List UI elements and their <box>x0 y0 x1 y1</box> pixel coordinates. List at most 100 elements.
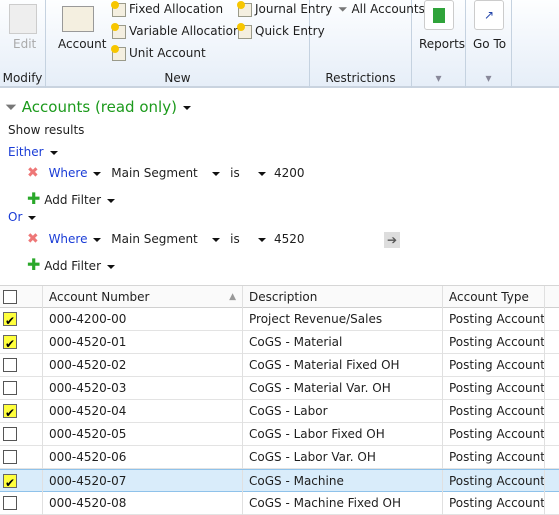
value-field[interactable]: 4520 <box>274 232 305 246</box>
account-number-cell: 000-4520-07 <box>43 470 243 493</box>
account-number-cell: 000-4520-08 <box>43 492 243 515</box>
label: Variable Allocation <box>129 24 241 38</box>
label: Unit Account <box>129 46 206 60</box>
goto-button[interactable]: Go To <box>473 37 506 51</box>
funnel-icon: ⏷ <box>338 2 348 16</box>
fixed-allocation-button[interactable]: Fixed Allocation <box>111 0 224 17</box>
quick-entry-icon <box>237 22 252 39</box>
add-filter-button[interactable]: ✚ Add Filter <box>27 255 115 274</box>
checkbox-cell <box>0 354 43 377</box>
row-checkbox[interactable] <box>3 450 17 464</box>
row-checkbox[interactable] <box>3 472 17 493</box>
goto-icon: ↗ <box>474 0 504 30</box>
group-reports: Reports ▾ <box>412 0 466 88</box>
remove-filter-icon[interactable]: ✖ <box>27 231 39 247</box>
title: Accounts (read only) <box>21 98 177 116</box>
label: Or <box>8 210 23 224</box>
column-header-description[interactable]: Description <box>243 286 443 309</box>
caret-icon <box>212 237 221 242</box>
sort-ascending-icon: ▲ <box>229 292 236 302</box>
remove-filter-icon[interactable]: ✖ <box>27 165 39 181</box>
reports-expand[interactable]: ▾ <box>412 71 465 85</box>
group-modify: Edit Modify <box>0 0 46 88</box>
table-row[interactable]: 000-4520-01 CoGS - Material Posting Acco… <box>0 331 559 354</box>
table-row[interactable]: 000-4200-00 Project Revenue/Sales Postin… <box>0 308 559 331</box>
account-button[interactable]: Account <box>58 37 106 51</box>
caret-icon <box>93 171 102 176</box>
filter-title[interactable]: ⏷ Accounts (read only) <box>5 98 191 116</box>
filter-row: ✖ Where Main Segment is 4520 <box>27 231 305 247</box>
table-row[interactable]: 000-4520-03 CoGS - Material Var. OH Post… <box>0 377 559 400</box>
caret-icon <box>182 105 191 110</box>
account-number-cell: 000-4520-01 <box>43 331 243 354</box>
description-cell: Project Revenue/Sales <box>243 308 443 331</box>
plus-icon: ✚ <box>27 255 41 274</box>
checkbox-cell <box>0 400 43 423</box>
account-type-cell: Posting Account <box>443 400 545 423</box>
account-type-cell: Posting Account <box>443 446 545 469</box>
value-field[interactable]: 4200 <box>274 166 305 180</box>
where-dropdown[interactable]: Where <box>49 232 88 246</box>
goto-expand[interactable]: ▾ <box>466 71 511 85</box>
row-checkbox[interactable] <box>3 496 17 510</box>
account-number-cell: 000-4520-06 <box>43 446 243 469</box>
filter-row: ✖ Where Main Segment is 4200 <box>27 165 305 181</box>
either-connector[interactable]: Either <box>8 145 58 159</box>
group-new: Account Fixed Allocation Variable Alloca… <box>46 0 332 88</box>
row-checkbox[interactable] <box>3 333 17 354</box>
row-checkbox[interactable] <box>3 381 17 395</box>
row-checkbox[interactable] <box>3 402 17 423</box>
caret-icon <box>28 215 37 220</box>
group-label: New <box>164 71 191 85</box>
column-header-account-number[interactable]: Account Number ▲ <box>43 286 243 309</box>
field-dropdown[interactable]: Main Segment <box>111 232 206 246</box>
accounts-grid: Account Number ▲ Description Account Type… <box>0 285 559 515</box>
caret-icon <box>258 237 267 242</box>
table-row[interactable]: 000-4520-04 CoGS - Labor Posting Account <box>0 400 559 423</box>
label: Add Filter <box>44 259 101 273</box>
reports-button[interactable]: Reports <box>419 37 465 51</box>
select-all-cell <box>0 286 43 309</box>
operator-dropdown[interactable]: is <box>230 166 252 180</box>
table-row[interactable]: 000-4520-08 CoGS - Machine Fixed OH Post… <box>0 492 559 515</box>
grid-header: Account Number ▲ Description Account Type <box>0 285 559 309</box>
new-account-icon <box>62 6 94 32</box>
checkbox-cell <box>0 308 43 331</box>
account-number-cell: 000-4520-03 <box>43 377 243 400</box>
table-row[interactable]: 000-4520-06 CoGS - Labor Var. OH Posting… <box>0 446 559 469</box>
row-checkbox[interactable] <box>3 310 17 331</box>
column-header-account-type[interactable]: Account Type <box>443 286 545 309</box>
where-dropdown[interactable]: Where <box>49 166 88 180</box>
edit-button[interactable]: Edit <box>13 37 36 51</box>
checkbox-cell <box>0 423 43 446</box>
account-type-cell: Posting Account <box>443 423 545 446</box>
add-filter-button[interactable]: ✚ Add Filter <box>27 189 115 208</box>
label: Either <box>8 145 44 159</box>
table-row[interactable]: 000-4520-07 CoGS - Machine Posting Accou… <box>0 469 559 493</box>
description-cell: CoGS - Material Fixed OH <box>243 354 443 377</box>
account-number-cell: 000-4520-05 <box>43 423 243 446</box>
arrow-right-icon[interactable]: ➔ <box>384 232 400 248</box>
or-connector[interactable]: Or <box>8 210 37 224</box>
table-row[interactable]: 000-4520-05 CoGS - Labor Fixed OH Postin… <box>0 423 559 446</box>
account-type-cell: Posting Account <box>443 308 545 331</box>
operator-dropdown[interactable]: is <box>230 232 252 246</box>
row-checkbox[interactable] <box>3 427 17 441</box>
caret-icon <box>107 198 115 203</box>
table-row[interactable]: 000-4520-02 CoGS - Material Fixed OH Pos… <box>0 354 559 377</box>
description-cell: CoGS - Labor <box>243 400 443 423</box>
unit-account-button[interactable]: Unit Account <box>111 44 206 61</box>
description-cell: CoGS - Machine Fixed OH <box>243 492 443 515</box>
field-dropdown[interactable]: Main Segment <box>111 166 206 180</box>
variable-allocation-button[interactable]: Variable Allocation <box>111 22 241 39</box>
plus-icon: ✚ <box>27 189 41 208</box>
funnel-icon: ⏷ <box>5 98 18 116</box>
select-all-checkbox[interactable] <box>3 290 17 304</box>
row-checkbox[interactable] <box>3 358 17 372</box>
checkbox-cell <box>0 377 43 400</box>
description-cell: CoGS - Machine <box>243 470 443 493</box>
label: Fixed Allocation <box>129 2 224 16</box>
allocation-icon <box>111 22 126 39</box>
group-restrictions: ⏷ All Accounts Restrictions <box>310 0 435 88</box>
group-label: Modify <box>2 71 43 85</box>
